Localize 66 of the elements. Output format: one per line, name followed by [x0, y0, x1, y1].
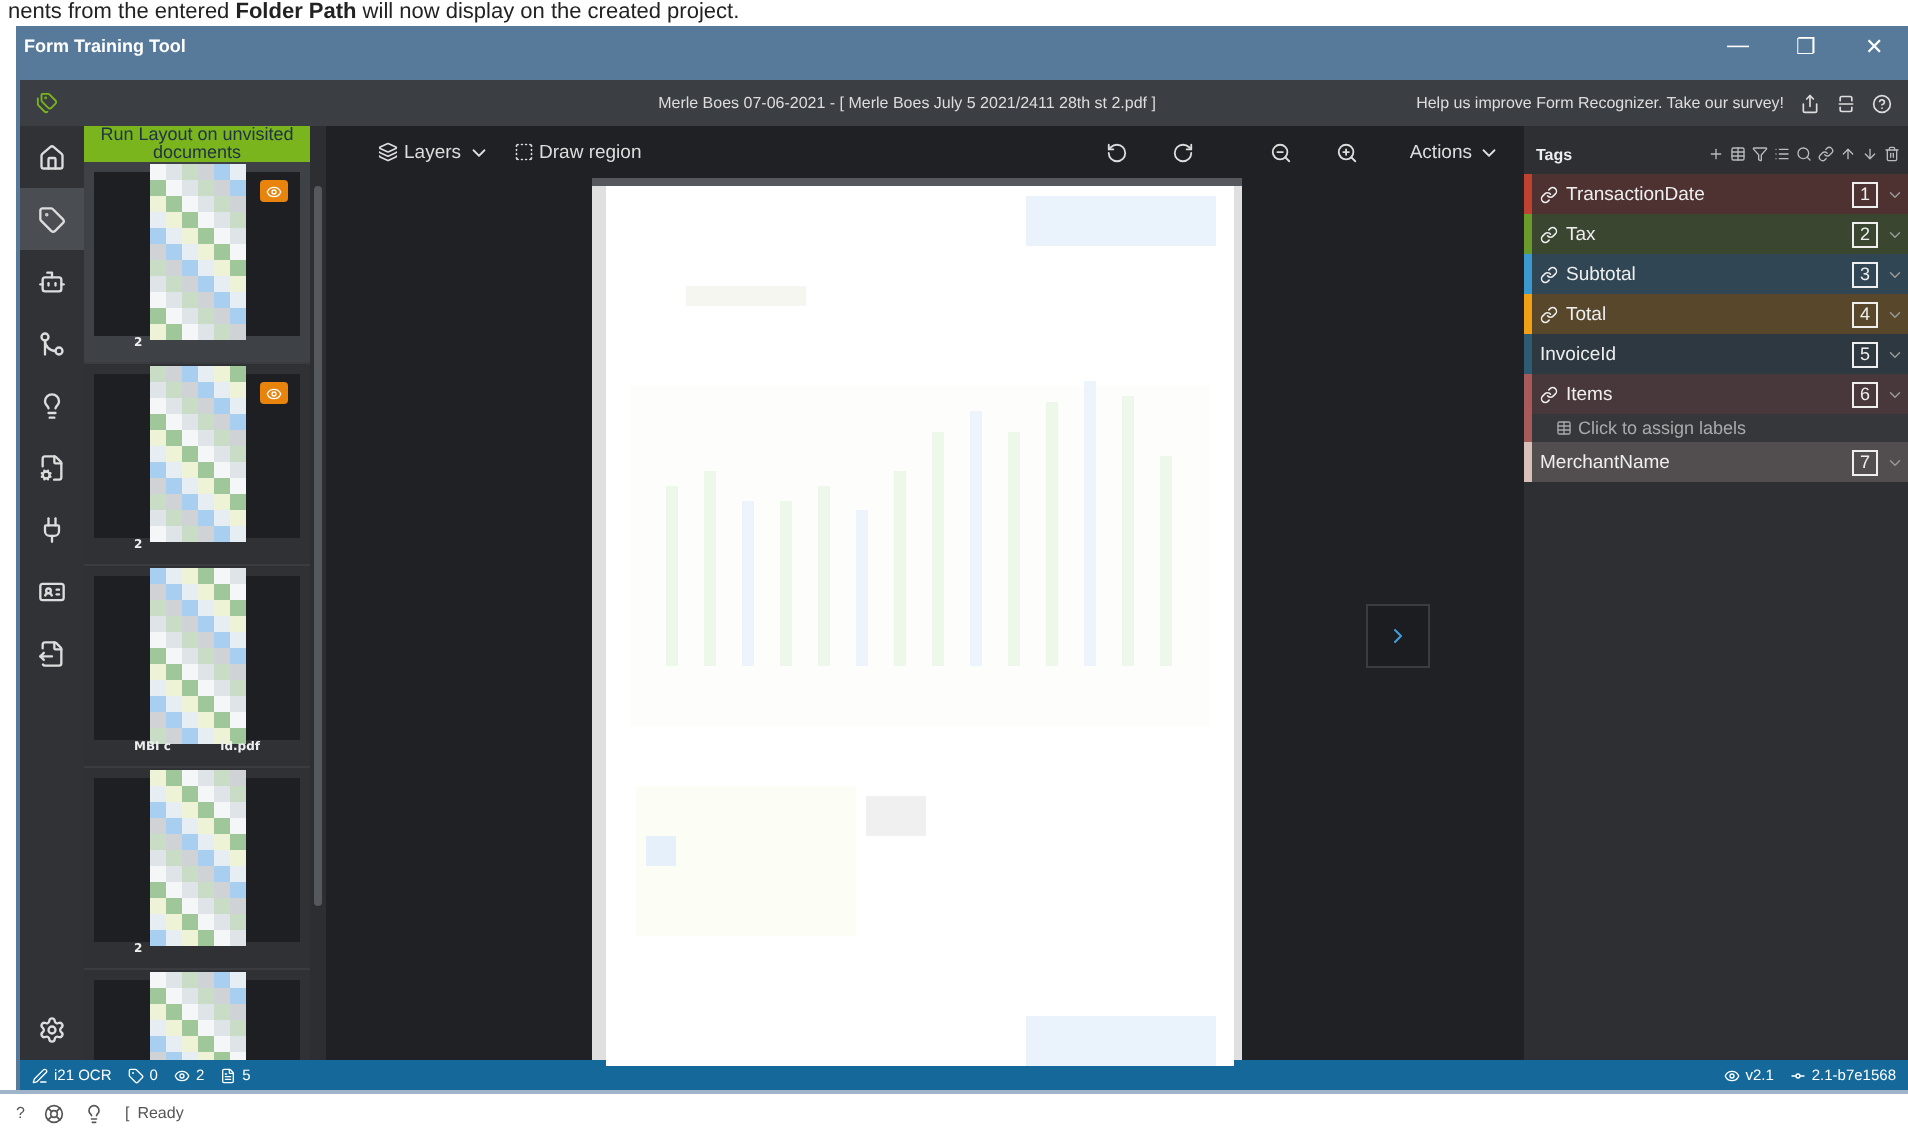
link-icon[interactable]	[1818, 146, 1834, 162]
search-icon[interactable]	[1796, 146, 1812, 162]
bracket-text: [	[124, 1104, 130, 1122]
document-text: nents from the entered Folder Path will now display on the created project.	[6, 0, 742, 26]
tag-row[interactable]: TransactionDate 1	[1524, 174, 1908, 214]
lifebuoy-icon[interactable]	[44, 1103, 65, 1123]
help-text[interactable]: ?	[16, 1104, 25, 1122]
rotate-left-icon[interactable]	[1105, 141, 1128, 163]
tag-icon[interactable]	[20, 188, 84, 250]
tag-icon	[127, 1067, 144, 1083]
tag-number: 6	[1852, 381, 1878, 407]
draw-region-button[interactable]: Draw region	[505, 141, 650, 163]
tag-name: InvoiceId	[1538, 343, 1619, 365]
tag-number: 5	[1852, 341, 1878, 367]
tags-title: Tags	[1536, 145, 1575, 163]
panel-icon[interactable]	[1836, 93, 1856, 113]
tag-name: Items	[1564, 383, 1615, 405]
table-icon	[1556, 420, 1572, 436]
maximize-button[interactable]: ❐	[1772, 26, 1840, 66]
layers-button[interactable]: Layers	[370, 141, 498, 163]
zoom-out-icon[interactable]	[1269, 141, 1292, 163]
assign-labels-hint[interactable]: Click to assign labels	[1524, 414, 1908, 442]
layers-icon	[378, 142, 398, 162]
survey-link[interactable]: Help us improve Form Recognizer. Take our survey!	[1416, 94, 1784, 112]
minimize-button[interactable]: —	[1704, 26, 1772, 66]
tag-row[interactable]: Items 6	[1524, 374, 1908, 414]
tag-name: Tax	[1564, 223, 1598, 245]
delete-icon[interactable]	[1884, 146, 1900, 162]
tag-name: Subtotal	[1564, 263, 1638, 285]
tag-logo-icon	[36, 92, 58, 114]
filter-icon[interactable]	[1752, 146, 1768, 162]
actions-button[interactable]: Actions	[1401, 141, 1508, 163]
tag-name: Total	[1564, 303, 1609, 325]
project-title: Merle Boes 07-06-2021 - [ Merle Boes July 5 2021/2411 28th st 2.pdf ]	[656, 94, 1158, 112]
run-layout-button[interactable]: Run Layout on unvisited documents	[84, 126, 310, 162]
down-arrow-icon[interactable]	[1862, 146, 1878, 162]
pen-icon	[32, 1067, 48, 1083]
eye-icon	[1723, 1067, 1740, 1083]
table-icon[interactable]	[1730, 146, 1746, 162]
status-text: Ready	[137, 1104, 184, 1122]
tag-name: TransactionDate	[1564, 183, 1707, 205]
help-icon[interactable]	[1872, 93, 1892, 113]
tag-number: 7	[1852, 449, 1878, 475]
close-button[interactable]: ✕	[1840, 26, 1908, 66]
tag-name: MerchantName	[1538, 451, 1672, 473]
tag-row[interactable]: Total 4	[1524, 294, 1908, 334]
commit-icon	[1789, 1067, 1806, 1083]
lightbulb-icon[interactable]	[84, 1103, 105, 1123]
tag-row[interactable]: Tax 2	[1524, 214, 1908, 254]
tag-number: 2	[1852, 221, 1878, 247]
tag-row[interactable]: Subtotal 3	[1524, 254, 1908, 294]
window-title: Form Training Tool	[24, 36, 188, 56]
add-icon[interactable]	[1708, 146, 1724, 162]
tag-row[interactable]: InvoiceId 5	[1524, 334, 1908, 374]
zoom-in-icon[interactable]	[1335, 141, 1358, 163]
up-arrow-icon[interactable]	[1840, 146, 1856, 162]
tag-number: 3	[1852, 261, 1878, 287]
rotate-right-icon[interactable]	[1171, 141, 1194, 163]
tag-number: 1	[1852, 181, 1878, 207]
tag-number: 4	[1852, 301, 1878, 327]
share-icon[interactable]	[1800, 93, 1820, 113]
list-icon[interactable]	[1774, 146, 1790, 162]
document-icon	[220, 1067, 237, 1083]
tag-row[interactable]: MerchantName 7	[1524, 442, 1908, 482]
region-icon	[513, 142, 534, 162]
eye-icon	[173, 1067, 190, 1083]
